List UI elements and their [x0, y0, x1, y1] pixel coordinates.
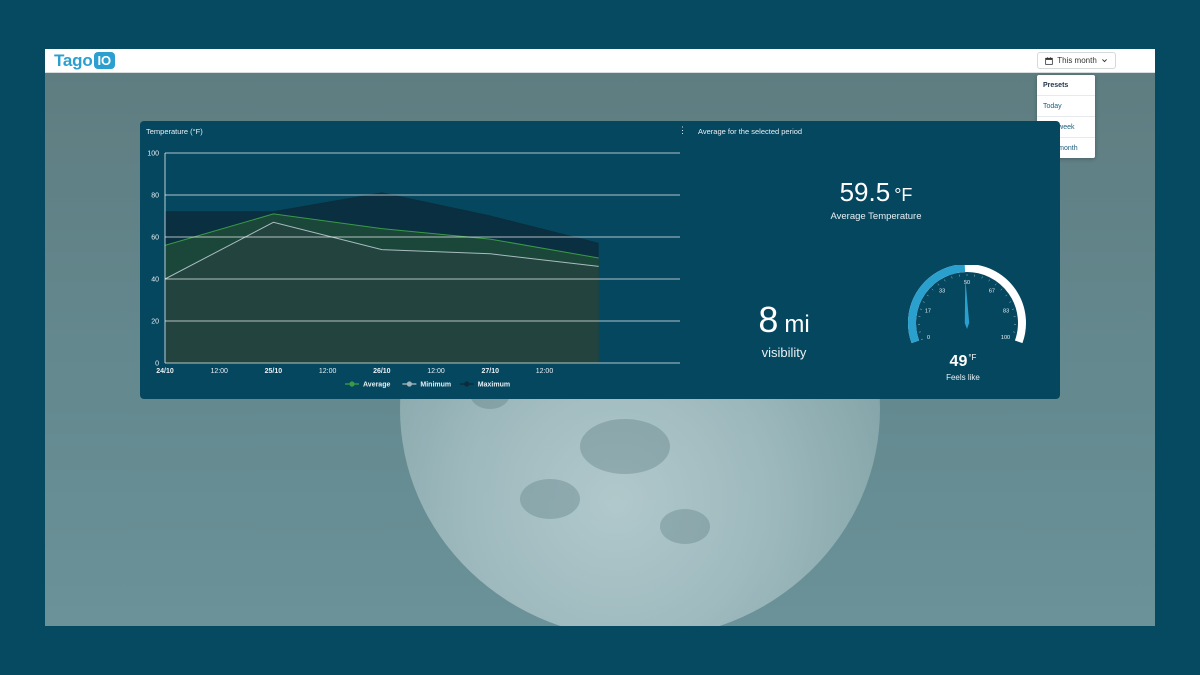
legend-label: Maximum: [478, 382, 510, 389]
gauge-tick-label: 50: [964, 280, 970, 286]
average-temperature-value: 59.5 °F: [800, 177, 952, 208]
legend-swatch-dot: [349, 381, 355, 387]
y-tick-label: 100: [147, 151, 159, 158]
x-tick-label: 12:00: [319, 368, 337, 375]
gauge-minor-tick: [919, 308, 923, 310]
moon-crater: [660, 509, 710, 544]
gauge-minor-tick: [1009, 301, 1012, 303]
gauge-tick-label: 83: [1003, 309, 1009, 315]
gauge-fill: [908, 265, 966, 344]
y-tick-label: 20: [151, 319, 159, 326]
legend-label: Minimum: [420, 382, 451, 389]
gauge-minor-tick: [937, 283, 940, 286]
more-options-icon[interactable]: ⋮: [678, 125, 687, 135]
legend-swatch-dot: [406, 381, 412, 387]
gauge-minor-tick: [1011, 308, 1015, 310]
legend-label: Average: [363, 382, 390, 389]
x-tick-label: 12:00: [210, 368, 228, 375]
temperature-chart: 0 20 40 60 80 100 24/10 12:00 25/10 12:00 26/10 12:…: [147, 151, 680, 389]
gauge-tick-label: 67: [989, 288, 995, 294]
average-temperature-label: Average Temperature: [830, 211, 922, 222]
dashboard-card: Temperature (°F) ⋮ Average for the selec…: [140, 121, 1060, 399]
legend-item-average[interactable]: Average: [345, 381, 390, 389]
average-temperature-number: 59.5: [839, 177, 891, 207]
x-tick-label: 26/10: [373, 368, 391, 375]
average-widget-title: Average for the selected period: [698, 127, 803, 136]
x-tick-label: 27/10: [481, 368, 499, 375]
x-tick-label: 12:00: [536, 368, 554, 375]
x-tick-label: 12:00: [427, 368, 445, 375]
moon-crater: [580, 419, 670, 474]
period-select-label: This month: [1057, 56, 1097, 65]
y-tick-label: 40: [151, 277, 159, 284]
chevron-down-icon: [1101, 59, 1107, 63]
gauge-minor-tick: [988, 279, 990, 282]
visibility-value: 8 mi: [714, 299, 854, 341]
feels-like-number: 49: [949, 353, 968, 370]
visibility-unit: mi: [784, 311, 810, 338]
temperature-widget-title: Temperature (°F): [146, 127, 203, 136]
feels-like-label: Feels like: [946, 373, 980, 382]
presets-heading: Presets: [1037, 75, 1095, 96]
x-tick-label: 25/10: [265, 368, 283, 375]
tagoio-logo[interactable]: Tago IO: [54, 52, 115, 69]
dashboard-screen: TagoIO This month Presets Today This wee…: [45, 49, 1155, 626]
period-select[interactable]: This month: [1037, 52, 1116, 69]
legend-swatch-dot: [464, 381, 470, 387]
average-temperature-unit: °F: [894, 185, 913, 205]
y-tick-label: 60: [151, 235, 159, 242]
gauge-minor-tick: [944, 279, 946, 282]
gauge-minor-tick: [922, 301, 925, 303]
logo-word: Tago: [54, 51, 93, 70]
visibility-label: visibility: [761, 345, 807, 360]
top-bar: Tago IO This month: [45, 49, 1155, 73]
visibility-number: 8: [758, 299, 779, 340]
x-tick-label: 24/10: [156, 368, 174, 375]
gauge-minor-tick: [920, 338, 923, 340]
gauge-minor-tick: [1005, 294, 1008, 297]
logo-badge: IO: [93, 52, 115, 69]
gauge-tick-label: 33: [939, 288, 945, 294]
calendar-icon: [1045, 56, 1053, 65]
gauge-tick-label: 100: [1001, 335, 1010, 341]
gauge-minor-tick: [1000, 288, 1003, 291]
moon-crater: [520, 479, 580, 519]
gauge-minor-tick: [926, 294, 929, 297]
gauge-tick-label: 0: [927, 335, 930, 341]
legend-item-maximum[interactable]: Maximum: [459, 381, 510, 389]
preset-today[interactable]: Today: [1037, 96, 1095, 117]
feels-like-unit: °F: [968, 353, 977, 362]
legend-item-minimum[interactable]: Minimum: [402, 381, 451, 389]
gauge-minor-tick: [994, 283, 997, 286]
y-tick-label: 80: [151, 193, 159, 200]
feels-like-value: 49°F: [928, 353, 998, 371]
gauge-minor-tick: [931, 288, 934, 291]
y-tick-label: 0: [155, 361, 159, 368]
gauge-tick-label: 17: [925, 309, 931, 315]
gauge-minor-tick: [981, 276, 983, 279]
gauge-minor-tick: [951, 276, 953, 279]
